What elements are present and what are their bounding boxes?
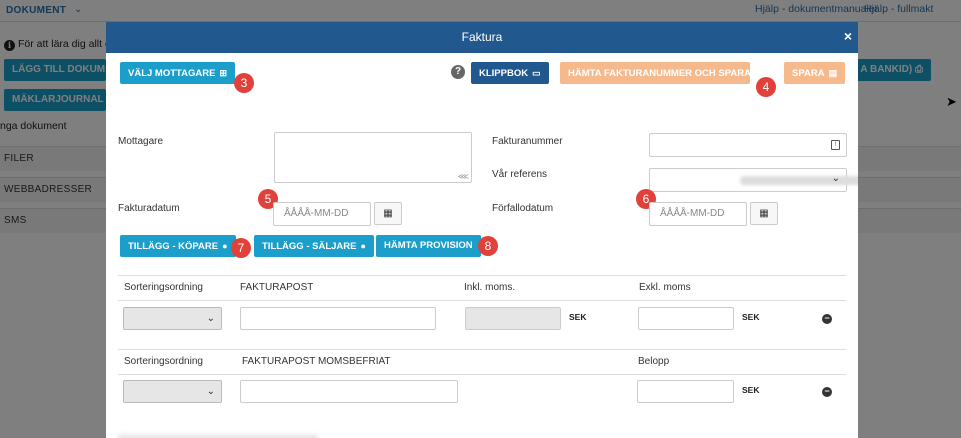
divider xyxy=(118,374,846,375)
invoice-date-placeholder: ÅÅÅÅ-MM-DD xyxy=(284,208,349,219)
invoice-number-input[interactable]: ! xyxy=(649,133,847,157)
badge-3: 3 xyxy=(234,73,254,93)
our-reference-label: Vår referens xyxy=(492,169,548,180)
sort-order-select[interactable]: ⌄ xyxy=(123,307,222,330)
recipient-label: Mottagare xyxy=(118,136,164,147)
column-header: Exkl. moms xyxy=(639,282,691,293)
plus-square-icon: ⊞ xyxy=(219,68,227,78)
plus-circle-icon: ● xyxy=(222,241,228,251)
invoice-date-input[interactable]: ÅÅÅÅ-MM-DD xyxy=(273,202,371,226)
invoice-date-label: Fakturadatum xyxy=(118,203,180,214)
due-date-input[interactable]: ÅÅÅÅ-MM-DD xyxy=(649,202,747,226)
sort-order-select[interactable]: ⌄ xyxy=(123,380,222,403)
choose-recipient-button[interactable]: VÄLJ MOTTAGARE ⊞ xyxy=(120,62,235,84)
book-icon: ▭ xyxy=(532,68,541,78)
addon-buyer-button[interactable]: TILLÄGG - KÖPARE ● xyxy=(120,235,236,257)
currency-label: SEK xyxy=(742,312,760,322)
excl-vat-input[interactable] xyxy=(638,307,734,330)
calendar-icon[interactable]: ▦ xyxy=(750,202,778,225)
fetch-commission-label: HÄMTA PROVISION xyxy=(384,240,473,251)
remove-row-icon[interactable]: − xyxy=(822,387,832,397)
clipboard-label: KLIPPBOK xyxy=(479,68,529,79)
invoice-number-label: Fakturanummer xyxy=(492,136,563,147)
chevron-down-icon: ⌄ xyxy=(206,386,215,397)
cut-off-text xyxy=(118,434,318,438)
currency-label: SEK xyxy=(742,385,760,395)
exclamation-icon: ! xyxy=(831,140,840,150)
column-header: Sorteringsordning xyxy=(124,282,203,293)
invoice-items-table: Sorteringsordning FAKTURAPOST Inkl. moms… xyxy=(118,275,846,335)
invoice-modal: Faktura × VÄLJ MOTTAGARE ⊞ 3 ? KLIPPBOK ▭ … xyxy=(106,22,858,438)
due-date-placeholder: ÅÅÅÅ-MM-DD xyxy=(660,208,725,219)
save-button[interactable]: SPARA ▤ xyxy=(784,62,846,84)
help-icon[interactable]: ? xyxy=(451,65,465,79)
addon-buyer-label: TILLÄGG - KÖPARE xyxy=(128,241,219,252)
addon-seller-label: TILLÄGG - SÄLJARE xyxy=(262,241,357,252)
remove-row-icon[interactable]: − xyxy=(822,314,832,324)
modal-header: Faktura × xyxy=(106,22,858,53)
recipient-textarea[interactable]: ⋘ xyxy=(274,132,472,183)
choose-recipient-label: VÄLJ MOTTAGARE xyxy=(128,68,216,79)
column-header: FAKTURAPOST xyxy=(240,282,314,293)
resize-handle-icon[interactable]: ⋘ xyxy=(458,172,469,181)
calendar-icon[interactable]: ▦ xyxy=(374,202,402,225)
save-icon: ▤ xyxy=(828,68,838,78)
mouse-cursor-icon: ➤ xyxy=(946,94,957,109)
plus-circle-icon: ● xyxy=(360,241,366,251)
amount-input[interactable] xyxy=(637,380,734,403)
addon-seller-button[interactable]: TILLÄGG - SÄLJARE ● xyxy=(254,235,374,257)
vat-exempt-items-table: Sorteringsordning FAKTURAPOST MOMSBEFRIA… xyxy=(118,349,846,409)
column-header: FAKTURAPOST MOMSBEFRIAT xyxy=(242,356,391,367)
incl-vat-input xyxy=(465,307,561,330)
chevron-down-icon: ⌄ xyxy=(831,173,840,184)
badge-7: 7 xyxy=(231,238,251,258)
chevron-down-icon: ⌄ xyxy=(206,313,215,324)
fetch-commission-button[interactable]: HÄMTA PROVISION xyxy=(376,235,481,257)
badge-4: 4 xyxy=(756,77,776,97)
column-header: Belopp xyxy=(638,356,670,367)
save-label: SPARA xyxy=(792,68,825,79)
divider xyxy=(118,300,846,301)
currency-label: SEK xyxy=(569,312,587,322)
due-date-label: Förfallodatum xyxy=(492,203,554,214)
clipboard-button[interactable]: KLIPPBOK ▭ xyxy=(471,62,549,84)
vat-exempt-item-input[interactable] xyxy=(240,380,458,403)
invoice-item-input[interactable] xyxy=(240,307,436,330)
modal-title: Faktura xyxy=(461,30,503,44)
redacted-value xyxy=(740,176,858,185)
close-icon[interactable]: × xyxy=(844,28,852,44)
fetch-invoice-number-save-button[interactable]: HÄMTA FAKTURANUMMER OCH SPARA ▤ xyxy=(560,62,763,84)
badge-8: 8 xyxy=(478,236,498,256)
column-header: Sorteringsordning xyxy=(124,356,203,367)
fetch-invoice-number-save-label: HÄMTA FAKTURANUMMER OCH SPARA xyxy=(568,68,751,79)
our-reference-select[interactable]: ⌄ xyxy=(649,168,858,192)
column-header: Inkl. moms. xyxy=(464,282,516,293)
